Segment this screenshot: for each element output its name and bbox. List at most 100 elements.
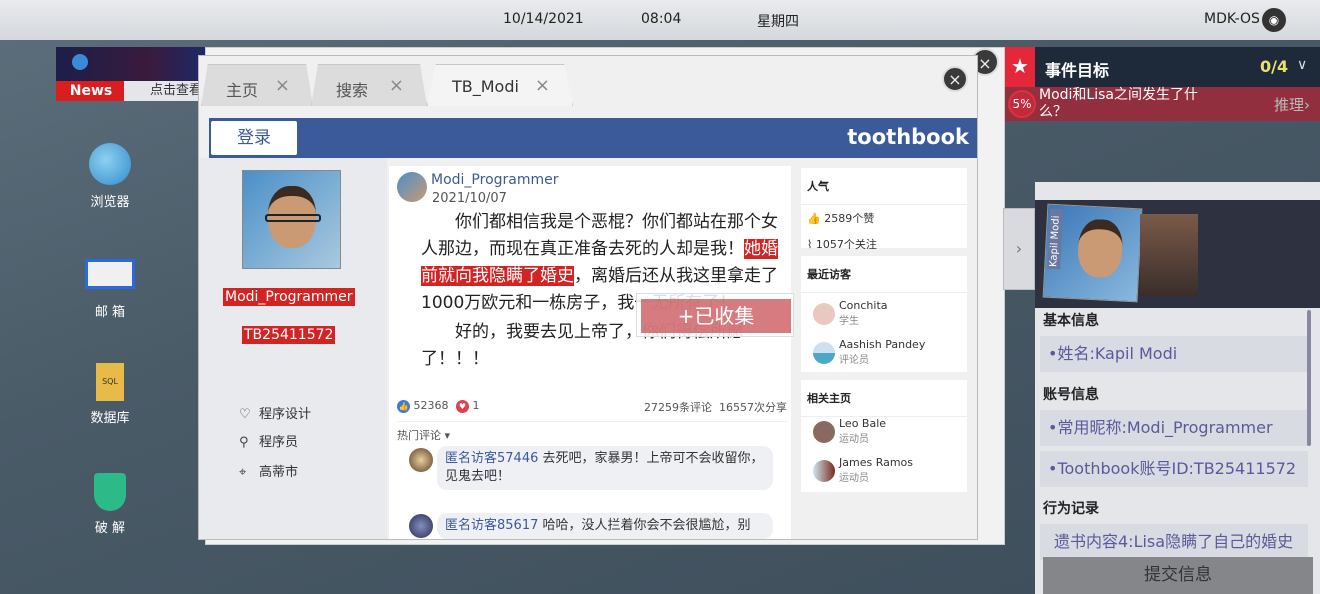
tab-tb-modi[interactable]: TB_Modi × [427,64,573,106]
toast-text: +已收集 [641,299,791,333]
os-eye-icon[interactable]: ◉ [1262,8,1286,32]
tab-label: 搜索 [336,81,369,100]
submit-button[interactable]: 提交信息 [1043,557,1313,594]
desktop-database[interactable]: SQL 数据库 [70,363,150,426]
person-name: Leo Bale [839,417,887,430]
likes-stat: 👍 2589个赞 [807,212,875,225]
shield-key-icon [94,473,126,511]
goal-task[interactable]: 5% Modi和Lisa之间发生了什么？ 推理› [1005,87,1320,121]
related-item[interactable]: Leo Bale 运动员 [801,417,967,456]
desktop-label: 邮 箱 [94,305,126,320]
desktop-browser[interactable]: 浏览器 [70,143,150,210]
character-card-kapil[interactable]: Kapil Modi [1042,203,1143,303]
weekday: 星期四 [757,14,799,30]
desktop-label: 破 解 [94,521,126,536]
news-widget[interactable]: News 点击查看 [56,47,210,101]
info-record[interactable]: 遗书内容4:Lisa隐瞒了自己的婚史 [1040,524,1308,560]
globe-icon [72,54,88,70]
close-tab-icon[interactable]: × [535,75,550,96]
commenter-avatar [409,448,433,472]
chevron-down-icon[interactable]: ∨ [1297,57,1307,73]
section-title: 人气 [801,168,967,205]
post-date: 2021/10/07 [432,191,507,206]
follows-stat: ⌇ 1057个关注 [807,238,877,251]
profile-city: ⌖ 高蒂市 [239,465,299,480]
like-icon[interactable]: 👍 [397,399,410,413]
comment-user[interactable]: 匿名访客57446 [445,451,538,466]
author-avatar[interactable] [397,172,427,202]
hot-comments-toggle[interactable]: 热门评论 ▾ [397,420,787,443]
person-name: James Ramos [839,456,914,469]
stat-text: 2589个赞 [824,212,875,225]
top-status-bar: 10/14/2021 08:04 星期四 MDK-OS ◉ [0,0,1320,40]
profile-avatar [242,170,341,269]
related-pages-box: 相关主页 Leo Bale 运动员 James Ramos 运动员 [801,380,967,492]
visitor-item[interactable]: Conchita 学生 [801,299,967,338]
comment: 匿名访客85617 哈哈，没人拦着你会不会很尴尬，别 [437,513,773,539]
panel-toggle-chevron-right-icon[interactable]: › [1003,208,1035,290]
event-goal-header[interactable]: ★ 事件目标 0/4 ∨ [1005,47,1320,87]
site-header: 登录 toothbook [209,118,977,158]
heart-reaction-icon[interactable]: ♥ [456,399,469,413]
like-count: 52368 [413,399,449,412]
character-card-lisa[interactable] [1140,214,1198,296]
task-question: Modi和Lisa之间发生了什么？ [1039,87,1198,120]
person-role: 学生 [839,316,859,327]
collected-toast: +已收集 [636,293,794,337]
reason-button[interactable]: 推理› [1274,94,1310,115]
desktop-label: 数据库 [90,411,130,426]
person-role: 评论员 [839,355,869,366]
globe-icon [89,143,131,185]
location-icon: ⌖ [239,465,247,480]
desktop-label: 浏览器 [90,195,130,210]
share-count[interactable]: 16557次分享 [719,401,787,414]
close-window-icon[interactable]: × [942,66,968,92]
mail-icon [85,259,135,289]
close-tab-icon[interactable]: × [275,75,290,96]
heart-icon: ♡ [239,407,251,422]
post-text: 你们都相信我是个恶棍？你们都站在那个女人那边，而现在真正准备去死的人却是我！她婚… [421,209,781,373]
tab-bar: 主页 × 搜索 × TB_Modi × [199,56,977,106]
date: 10/14/2021 [503,11,584,27]
scrollbar[interactable] [1307,310,1311,446]
person-name: Aashish Pandey [839,338,926,351]
post-author[interactable]: Modi_Programmer [431,172,559,188]
comment: 匿名访客57446 去死吧，家暴男！上帝可不会收留你，见鬼去吧！ [437,446,773,490]
section-basic-info: 基本信息 [1043,313,1099,329]
character-panel: Kapil Modi 基本信息 •姓名:Kapil Modi 账号信息 •常用昵… [1035,182,1320,594]
goal-count: 0/4 [1260,57,1289,76]
post-card: Modi_Programmer 2021/10/07 你们都相信我是个恶棍？你们… [389,166,791,539]
profile-name: Modi_Programmer [223,288,355,306]
comment-text: 哈哈，没人拦着你会不会很尴尬，别 [542,518,751,533]
section-title: 最近访客 [801,256,967,293]
time: 08:04 [641,11,682,27]
star-icon: ★ [1005,47,1035,87]
info-nickname[interactable]: •常用昵称:Modi_Programmer [1040,410,1308,446]
post-stats: 👍 52368 ♥ 1 27259条评论 16557次分享 热门评论 ▾ [397,399,787,443]
close-tab-icon[interactable]: × [389,75,404,96]
heart-count: 1 [472,399,480,412]
login-button[interactable]: 登录 [211,121,297,155]
commenter-avatar [409,514,433,538]
comment-user[interactable]: 匿名访客85617 [445,518,538,533]
tab-label: 主页 [226,81,259,100]
profile-id: TB25411572 [242,326,336,344]
info-name[interactable]: •姓名:Kapil Modi [1040,336,1308,372]
post-text-part: 你们都相信我是个恶棍？你们都站在那个女人那边，而现在真正准备去死的人却是我！ [421,212,778,259]
tab-label: TB_Modi [452,77,519,96]
section-account-info: 账号信息 [1043,387,1099,403]
goal-title: 事件目标 [1045,61,1110,80]
person-role: 运动员 [839,473,869,484]
related-item[interactable]: James Ramos 运动员 [801,456,967,495]
visitor-item[interactable]: Aashish Pandey 评论员 [801,338,967,377]
news-label: News [56,81,126,101]
desktop-crack[interactable]: 破 解 [70,473,150,536]
profile-job: ⚲ 程序员 [239,435,299,450]
info-toothbook-id[interactable]: •Toothbook账号ID:TB25411572 [1040,451,1308,487]
tab-home[interactable]: 主页 × [201,64,313,106]
character-cards: Kapil Modi [1035,200,1320,308]
comment-count[interactable]: 27259条评论 [644,401,712,414]
desktop-mail[interactable]: 邮 箱 [70,253,150,320]
popularity-box: 人气 👍 2589个赞 ⌇ 1057个关注 [801,168,967,251]
tab-search[interactable]: 搜索 × [311,64,427,106]
